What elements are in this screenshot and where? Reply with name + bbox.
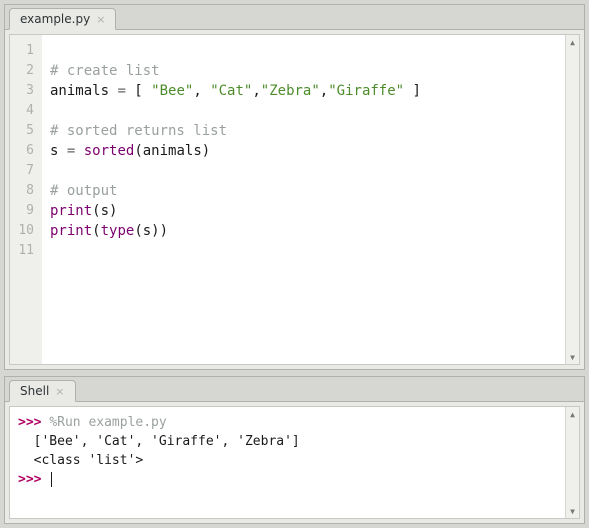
shell-content: >>> %Run example.py ['Bee', 'Cat', 'Gira… xyxy=(9,406,580,519)
editor-tab[interactable]: example.py × xyxy=(9,8,116,30)
code-editor[interactable]: # create listanimals = [ "Bee", "Cat","Z… xyxy=(42,35,565,364)
editor-content: 1234567891011 # create listanimals = [ "… xyxy=(9,34,580,365)
code-line: s = sorted(animals) xyxy=(50,141,557,161)
code-line xyxy=(50,41,557,61)
shell-line: >>> %Run example.py xyxy=(18,413,557,432)
scroll-down-icon[interactable]: ▼ xyxy=(566,350,579,364)
shell-run-command: %Run example.py xyxy=(49,415,166,430)
close-icon[interactable]: × xyxy=(53,385,66,398)
shell-output-line: ['Bee', 'Cat', 'Giraffe', 'Zebra'] xyxy=(18,432,557,451)
line-number: 10 xyxy=(16,221,34,241)
shell-tab-label: Shell xyxy=(20,384,49,398)
line-number: 3 xyxy=(16,81,34,101)
editor-scrollbar[interactable]: ▲ ▼ xyxy=(565,35,579,364)
line-number: 6 xyxy=(16,141,34,161)
line-number: 2 xyxy=(16,61,34,81)
editor-tab-bar: example.py × xyxy=(5,5,584,29)
code-line: print(type(s)) xyxy=(50,221,557,241)
code-line: print(s) xyxy=(50,201,557,221)
shell-line: >>> xyxy=(18,470,557,489)
scroll-up-icon[interactable]: ▲ xyxy=(566,35,579,49)
code-line xyxy=(50,161,557,181)
line-number: 11 xyxy=(16,241,34,261)
cursor-icon xyxy=(51,472,52,487)
line-number-gutter: 1234567891011 xyxy=(10,35,42,364)
code-line xyxy=(50,101,557,121)
shell-content-wrap: >>> %Run example.py ['Bee', 'Cat', 'Gira… xyxy=(5,401,584,523)
editor-panel: example.py × 1234567891011 # create list… xyxy=(4,4,585,370)
shell-prompt: >>> xyxy=(18,415,49,430)
code-line: # output xyxy=(50,181,557,201)
shell-prompt: >>> xyxy=(18,472,49,487)
close-icon[interactable]: × xyxy=(94,13,107,26)
line-number: 1 xyxy=(16,41,34,61)
line-number: 8 xyxy=(16,181,34,201)
scroll-down-icon[interactable]: ▼ xyxy=(566,504,579,518)
shell-panel: Shell × >>> %Run example.py ['Bee', 'Cat… xyxy=(4,376,585,524)
shell-tab-bar: Shell × xyxy=(5,377,584,401)
code-line: # sorted returns list xyxy=(50,121,557,141)
shell-tab[interactable]: Shell × xyxy=(9,380,76,402)
line-number: 9 xyxy=(16,201,34,221)
shell-output-line: <class 'list'> xyxy=(18,451,557,470)
editor-content-wrap: 1234567891011 # create listanimals = [ "… xyxy=(5,29,584,369)
scroll-up-icon[interactable]: ▲ xyxy=(566,407,579,421)
line-number: 7 xyxy=(16,161,34,181)
line-number: 5 xyxy=(16,121,34,141)
shell-scrollbar[interactable]: ▲ ▼ xyxy=(565,407,579,518)
line-number: 4 xyxy=(16,101,34,121)
editor-tab-label: example.py xyxy=(20,12,90,26)
code-line xyxy=(50,241,557,261)
code-line: # create list xyxy=(50,61,557,81)
code-line: animals = [ "Bee", "Cat","Zebra","Giraff… xyxy=(50,81,557,101)
shell-terminal[interactable]: >>> %Run example.py ['Bee', 'Cat', 'Gira… xyxy=(10,407,565,518)
